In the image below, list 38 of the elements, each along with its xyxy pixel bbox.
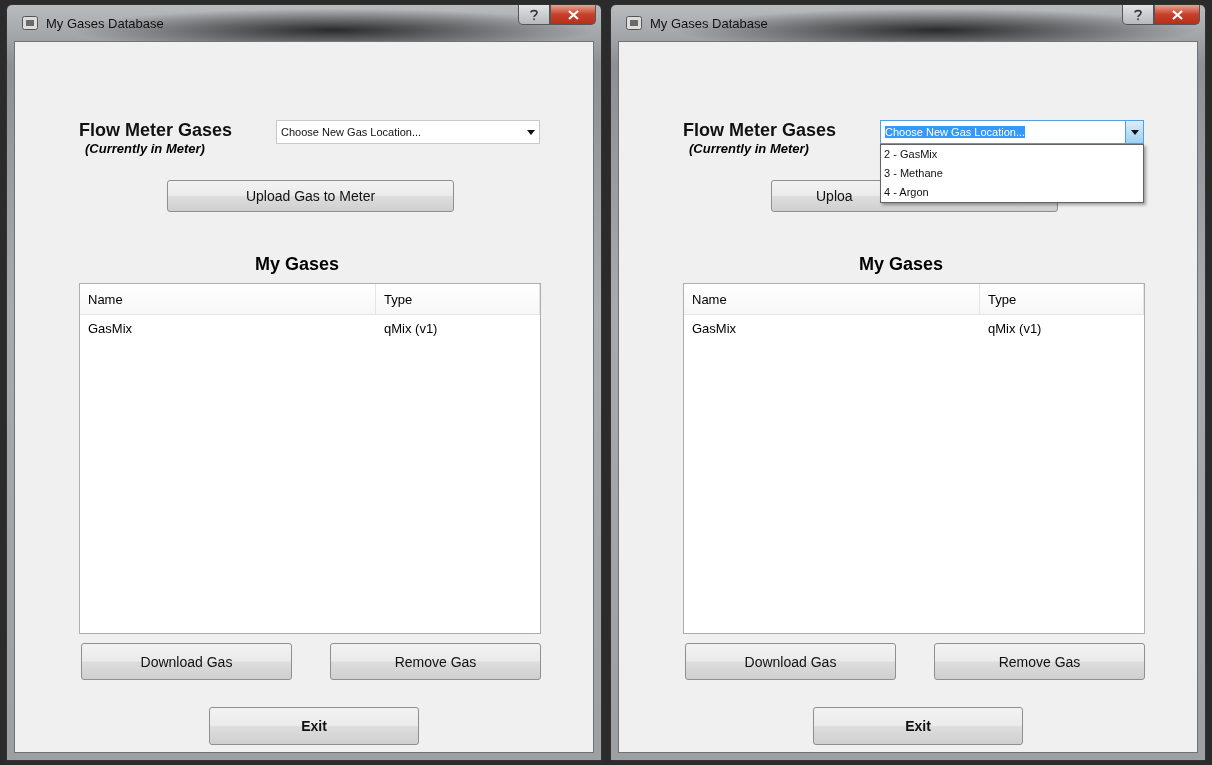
dropdown-option[interactable]: 3 - Methane — [881, 164, 1144, 183]
remove-button[interactable]: Remove Gas — [934, 643, 1145, 680]
upload-button[interactable]: Upload Gas to Meter — [167, 180, 454, 212]
app-icon — [626, 16, 642, 30]
close-icon — [1171, 9, 1183, 20]
list-cell-text: qMix (v1) — [383, 319, 439, 338]
window-title: My Gases Database — [46, 15, 164, 31]
close-icon — [567, 9, 579, 20]
gas-location-dropdown[interactable]: Choose New Gas Location... — [276, 120, 541, 144]
help-icon — [1134, 8, 1142, 21]
section-heading: Flow Meter Gases — [683, 120, 837, 141]
app-icon — [22, 16, 38, 30]
help-icon — [530, 8, 538, 21]
help-button[interactable] — [518, 5, 550, 25]
close-button[interactable] — [1154, 5, 1200, 25]
dropdown-arrow-icon — [1130, 129, 1139, 135]
section-heading: Flow Meter Gases — [79, 120, 233, 141]
list-title: My Gases — [859, 254, 944, 275]
download-button[interactable]: Download Gas — [685, 643, 896, 680]
download-button[interactable]: Download Gas — [81, 643, 292, 680]
exit-button[interactable]: Exit — [813, 707, 1023, 745]
column-header[interactable]: Name — [80, 284, 376, 314]
list-cell-text: GasMix — [87, 319, 134, 338]
list-cell-text: qMix (v1) — [987, 319, 1043, 338]
column-header[interactable]: Type — [980, 284, 1144, 314]
column-header[interactable]: Name — [684, 284, 980, 314]
close-button[interactable] — [550, 5, 596, 25]
window-title: My Gases Database — [650, 15, 768, 31]
section-subheading: (Currently in Meter) — [85, 141, 206, 156]
list-cell-text: GasMix — [691, 319, 738, 338]
section-subheading: (Currently in Meter) — [689, 141, 810, 156]
help-button[interactable] — [1122, 5, 1154, 25]
remove-button[interactable]: Remove Gas — [330, 643, 541, 680]
column-header[interactable]: Type — [376, 284, 540, 314]
list-title: My Gases — [255, 254, 340, 275]
dropdown-arrow-icon — [526, 129, 535, 135]
dropdown-option[interactable]: 2 - GasMix — [881, 145, 1144, 164]
exit-button[interactable]: Exit — [209, 707, 419, 745]
